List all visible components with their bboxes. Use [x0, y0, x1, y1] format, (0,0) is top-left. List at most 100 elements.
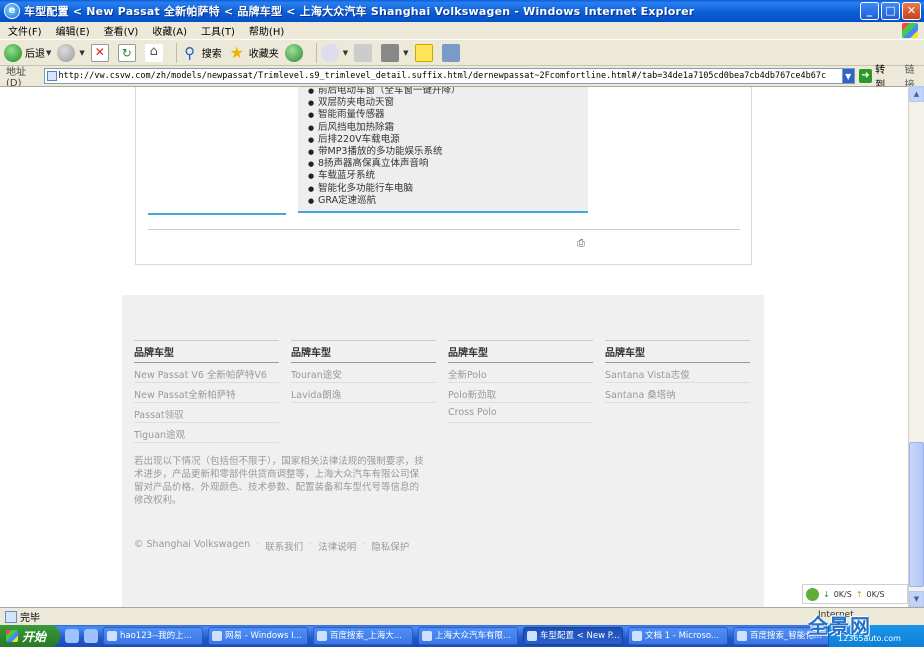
- windows-logo-icon: [902, 23, 918, 38]
- history-icon: [284, 43, 303, 62]
- divider: [148, 213, 286, 215]
- quick-launch-icon[interactable]: [65, 629, 79, 643]
- address-bar: 地址(D) http://vw.csvw.com/zh/models/newpa…: [0, 65, 924, 91]
- search-label: 搜索: [201, 49, 222, 60]
- address-dropdown-button[interactable]: ▼: [842, 68, 855, 84]
- refresh-button[interactable]: ↻: [117, 43, 139, 62]
- list-item: 带MP3播放的多功能娱乐系统: [308, 146, 588, 158]
- mail-icon: [320, 43, 339, 62]
- chevron-down-icon[interactable]: ▼: [46, 49, 51, 57]
- history-button[interactable]: [284, 43, 306, 62]
- page-viewport[interactable]: 前后电动车窗（全车窗一键升降） 双层防夹电动天窗 智能雨量传感器 后风挡电加热除…: [0, 86, 908, 607]
- footer-link[interactable]: Lavida朗逸: [291, 383, 436, 403]
- separator-dot: ·: [362, 539, 366, 550]
- separator-dot: ·: [309, 539, 313, 550]
- footer-link[interactable]: Tiguan途观: [134, 423, 279, 443]
- start-button[interactable]: 开始: [0, 625, 60, 647]
- footer-link[interactable]: Touran途安: [291, 363, 436, 383]
- status-bar: 完毕 Internet: [0, 607, 924, 625]
- footer-column: 品牌车型 全新Polo Polo新劲取 Cross Polo: [448, 340, 593, 423]
- toolbar-separator: [315, 42, 317, 63]
- footer-link[interactable]: 全新Polo: [448, 363, 593, 383]
- list-item: 智能雨量传感器: [308, 109, 588, 121]
- feature-box: 前后电动车窗（全车窗一键升降） 双层防夹电动天窗 智能雨量传感器 后风挡电加热除…: [298, 87, 588, 213]
- menu-file[interactable]: 文件(F): [0, 23, 48, 38]
- favorites-label: 收藏夹: [248, 49, 279, 60]
- vertical-scrollbar[interactable]: ▲ ▼: [908, 86, 924, 607]
- scroll-thumb[interactable]: [909, 442, 924, 587]
- scroll-down-button[interactable]: ▼: [909, 591, 924, 607]
- watermark-site: 12365auto.com: [838, 634, 901, 643]
- upload-arrow-icon: ↑: [855, 589, 863, 599]
- privacy-link[interactable]: 隐私保护: [371, 539, 409, 553]
- favorites-button[interactable]: ★ 收藏夹: [228, 43, 279, 62]
- minimize-button[interactable]: _: [860, 2, 879, 20]
- footer-link[interactable]: Santana 桑塔纳: [605, 383, 750, 403]
- search-button[interactable]: ⚲ 搜索: [181, 44, 222, 62]
- stop-button[interactable]: [90, 43, 112, 62]
- network-speed-widget[interactable]: ↓ 0K/S ↑ 0K/S: [802, 584, 908, 604]
- chevron-down-icon[interactable]: ▼: [403, 49, 408, 57]
- close-button[interactable]: ✕: [902, 2, 921, 20]
- menu-tools[interactable]: 工具(T): [193, 23, 241, 38]
- taskbar-item[interactable]: 百度搜索_上海大...: [313, 627, 413, 645]
- menu-help[interactable]: 帮助(H): [241, 23, 290, 38]
- back-button[interactable]: 后退 ▼: [4, 43, 51, 62]
- download-arrow-icon: ↓: [823, 589, 830, 599]
- footer-heading: 品牌车型: [448, 340, 593, 363]
- menu-favorites[interactable]: 收藏(A): [144, 23, 193, 38]
- legal-link[interactable]: 法律说明: [318, 539, 356, 553]
- maximize-button[interactable]: □: [881, 2, 900, 20]
- toolbar: 后退 ▼ ▼ ↻ ⌂ ⚲ 搜索 ★ 收藏夹 ▼ ▼: [0, 40, 924, 66]
- list-item: 后风挡电加热除霜: [308, 122, 588, 134]
- chevron-down-icon[interactable]: ▼: [343, 49, 348, 57]
- go-arrow-icon: ➜: [858, 69, 873, 83]
- forward-arrow-icon: [57, 43, 76, 62]
- page-status-icon: [5, 610, 17, 623]
- footer-link[interactable]: Passat领驭: [134, 403, 279, 423]
- print-button[interactable]: [354, 43, 375, 62]
- window-title: 车型配置 < New Passat 全新帕萨特 < 品牌车型 < 上海大众汽车 …: [24, 5, 695, 18]
- taskbar-item-active[interactable]: 车型配置 < New P...: [523, 627, 623, 645]
- taskbar-item[interactable]: 网易 - Windows I...: [208, 627, 308, 645]
- address-input[interactable]: http://vw.csvw.com/zh/models/newpassat/T…: [43, 68, 843, 84]
- print-icon[interactable]: ⎙: [577, 238, 585, 249]
- mail-button[interactable]: ▼: [320, 43, 348, 62]
- taskbar-item[interactable]: 文档 1 - Microso...: [628, 627, 728, 645]
- footer-column: 品牌车型 New Passat V6 全新帕萨特V6 New Passat全新帕…: [134, 340, 279, 443]
- globe-icon: [806, 587, 819, 601]
- back-arrow-icon: [4, 43, 22, 62]
- notes-button[interactable]: [414, 43, 436, 62]
- address-url: http://vw.csvw.com/zh/models/newpassat/T…: [58, 71, 827, 81]
- footer-link[interactable]: New Passat全新帕萨特: [134, 383, 279, 403]
- footer-link[interactable]: Santana Vista志俊: [605, 363, 750, 383]
- copyright: © Shanghai Volkswagen: [134, 539, 251, 550]
- scroll-up-button[interactable]: ▲: [909, 86, 924, 102]
- footer-heading: 品牌车型: [291, 340, 436, 363]
- messenger-button[interactable]: [441, 43, 463, 62]
- home-button[interactable]: ⌂: [144, 43, 166, 62]
- home-icon: ⌂: [144, 43, 163, 62]
- chevron-down-icon[interactable]: ▼: [79, 49, 84, 57]
- page-icon: [46, 71, 57, 81]
- contact-link[interactable]: 联系我们: [265, 539, 303, 553]
- footer-column: 品牌车型 Touran途安 Lavida朗逸: [291, 340, 436, 403]
- upload-speed: 0K/S: [866, 589, 885, 599]
- taskbar-item[interactable]: 上海大众汽车有限...: [418, 627, 518, 645]
- footer-link[interactable]: Cross Polo: [448, 403, 593, 423]
- menu-view[interactable]: 查看(V): [96, 23, 145, 38]
- list-item: 双层防夹电动天窗: [308, 97, 588, 109]
- window-title-bar[interactable]: e 车型配置 < New Passat 全新帕萨特 < 品牌车型 < 上海大众汽…: [0, 0, 924, 22]
- forward-button[interactable]: ▼: [57, 43, 85, 62]
- toolbar-separator: [175, 42, 177, 63]
- quick-launch-icon[interactable]: [84, 629, 98, 643]
- menu-bar: 文件(F) 编辑(E) 查看(V) 收藏(A) 工具(T) 帮助(H): [0, 22, 924, 40]
- list-item: 车载蓝牙系统: [308, 170, 588, 182]
- footer-link[interactable]: New Passat V6 全新帕萨特V6: [134, 363, 279, 383]
- legal-disclaimer: 若出现以下情况（包括但不限于），国家相关法律法规的强制要求，技术进步，产品更新和…: [134, 456, 424, 506]
- taskbar-item[interactable]: hao123--我的上...: [103, 627, 203, 645]
- menu-edit[interactable]: 编辑(E): [48, 23, 96, 38]
- messenger-icon: [441, 43, 460, 62]
- edit-button[interactable]: ▼: [381, 43, 409, 62]
- footer-link[interactable]: Polo新劲取: [448, 383, 593, 403]
